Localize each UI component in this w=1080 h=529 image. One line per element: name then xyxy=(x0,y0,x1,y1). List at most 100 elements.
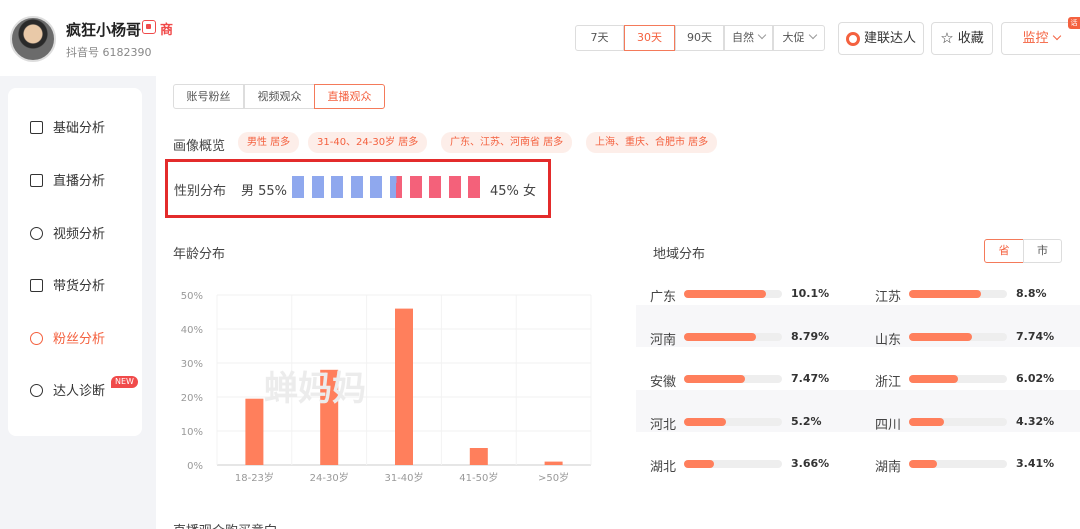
region-title: 地域分布 xyxy=(653,247,706,262)
region-value: 8.79% xyxy=(791,329,830,343)
monitor-label: 监控 xyxy=(1022,31,1049,46)
x-tick-label: 41-50岁 xyxy=(459,471,498,484)
connect-label: 建联达人 xyxy=(863,31,916,46)
region-value: 8.8% xyxy=(1016,287,1047,300)
live-icon xyxy=(30,174,43,187)
sidebar-item-fans[interactable]: 粉丝分析 xyxy=(30,330,105,350)
portrait-tag: 上海、重庆、合肥市 居多 xyxy=(586,132,718,153)
main-panel: 账号粉丝 视频观众 直播观众 画像概览 男性 居多 31-40、24-30岁 居… xyxy=(156,76,1080,529)
region-name: 河南 xyxy=(650,332,677,348)
sidebar-item-label: 直播分析 xyxy=(53,174,106,189)
region-bar-fill xyxy=(909,417,945,426)
douyin-id: 抖音号 6182390 xyxy=(66,46,152,59)
sidebar-item-sales[interactable]: 带货分析 xyxy=(30,277,105,297)
region-name: 四川 xyxy=(875,417,902,433)
age-title: 年龄分布 xyxy=(173,247,226,262)
region-name: 河北 xyxy=(650,417,677,433)
age-bar xyxy=(544,461,563,465)
male-figure-icon xyxy=(311,176,324,198)
region-value: 7.47% xyxy=(791,372,830,385)
region-bar-track xyxy=(909,417,1007,426)
portrait-title: 画像概览 xyxy=(173,139,226,154)
corner-tag: 话 xyxy=(1068,17,1080,29)
range-90d-button[interactable]: 90天 xyxy=(675,25,724,51)
new-badge: NEW xyxy=(111,376,138,388)
sidebar-item-diagnose[interactable]: 达人诊断 xyxy=(30,382,105,402)
tab-video-audience[interactable]: 视频观众 xyxy=(244,84,315,109)
influencer-name: 疯狂小杨哥 xyxy=(66,21,142,39)
region-name: 江苏 xyxy=(875,290,902,305)
natural-filter-dropdown[interactable]: 自然 xyxy=(724,25,773,51)
female-figure-icon xyxy=(448,176,461,198)
female-share: 45% 女 xyxy=(490,184,537,199)
region-value: 10.1% xyxy=(791,287,830,300)
age-bar xyxy=(469,448,488,465)
region-bar-fill xyxy=(684,332,756,341)
live-badge-icon xyxy=(142,20,156,34)
region-bar-fill xyxy=(684,375,745,383)
link-icon xyxy=(845,31,860,46)
region-name: 安徽 xyxy=(650,375,677,390)
portrait-tag: 广东、江苏、河南省 居多 xyxy=(441,132,573,153)
connect-influencer-button[interactable]: 建联达人 xyxy=(838,22,924,55)
sidebar-item-label: 粉丝分析 xyxy=(53,332,106,347)
region-value: 3.41% xyxy=(1016,457,1055,470)
y-tick-label: 30% xyxy=(181,359,203,370)
sidebar-item-label: 带货分析 xyxy=(53,279,106,294)
region-value: 7.74% xyxy=(1016,329,1055,343)
region-value: 5.2% xyxy=(791,414,822,428)
y-tick-label: 10% xyxy=(181,427,203,438)
chevron-down-icon xyxy=(808,30,817,40)
region-bar-track xyxy=(909,375,1007,383)
sidebar-item-live[interactable]: 直播分析 xyxy=(30,172,105,192)
region-bar-fill xyxy=(684,417,727,426)
region-bar-track xyxy=(684,332,782,341)
watermark: 蝉妈妈 xyxy=(264,369,366,409)
male-share: 男 55% xyxy=(241,184,288,199)
fans-icon xyxy=(30,332,43,345)
age-bar-chart: 0% 10% 20% 30% 40% 50% 18-23岁 24-30岁 31-40岁 41-50… xyxy=(181,291,592,484)
male-figure-icon xyxy=(370,176,383,198)
x-tick-label: 18-23岁 xyxy=(235,471,274,484)
sidebar-item-basic[interactable]: 基础分析 xyxy=(30,119,105,139)
x-tick-label: 31-40岁 xyxy=(384,471,423,484)
region-value: 4.32% xyxy=(1016,414,1055,428)
range-30d-button[interactable]: 30天 xyxy=(624,25,675,51)
male-figure-icon xyxy=(350,176,363,198)
y-tick-label: 50% xyxy=(181,291,203,302)
range-7d-button[interactable]: 7天 xyxy=(575,25,624,51)
promo-filter-label: 大促 xyxy=(782,31,805,44)
bar-chart-icon xyxy=(30,121,43,134)
city-toggle[interactable]: 市 xyxy=(1023,239,1062,263)
star-icon: ☆ xyxy=(940,29,954,47)
bag-icon xyxy=(30,279,43,292)
age-bar xyxy=(395,308,413,465)
male-figure-icon xyxy=(331,176,344,198)
purchase-intent-title: 直播观众购买意向 xyxy=(173,520,277,529)
tab-live-audience[interactable]: 直播观众 xyxy=(314,84,385,109)
x-tick-label: 24-30岁 xyxy=(310,471,349,484)
sidebar-item-label: 视频分析 xyxy=(53,227,106,242)
tab-account-fans[interactable]: 账号粉丝 xyxy=(173,84,244,109)
female-figure-icon xyxy=(468,176,481,198)
diagnose-icon xyxy=(30,384,43,397)
avatar[interactable] xyxy=(10,16,56,62)
sidebar-item-label: 达人诊断 xyxy=(53,384,106,399)
x-tick-label: >50岁 xyxy=(538,471,569,484)
region-bar-fill xyxy=(909,460,937,468)
profile-header: 疯狂小杨哥 商 抖音号 6182390 7天 30天 90天 自然 大促 建联达… xyxy=(0,0,1080,76)
favorite-button[interactable]: ☆ 收藏 xyxy=(931,22,993,55)
region-bar-fill xyxy=(909,332,973,341)
region-name: 浙江 xyxy=(875,375,902,390)
region-name: 广东 xyxy=(650,290,677,305)
province-toggle[interactable]: 省 xyxy=(984,239,1024,263)
female-figure-icon xyxy=(409,176,422,198)
region-bar-track xyxy=(684,460,782,468)
promo-filter-dropdown[interactable]: 大促 xyxy=(773,25,825,51)
portrait-tag: 男性 居多 xyxy=(238,132,300,153)
play-icon xyxy=(30,227,43,240)
y-tick-label: 40% xyxy=(181,325,203,336)
male-figure-icon xyxy=(292,176,304,198)
chevron-down-icon xyxy=(1052,31,1061,41)
sidebar-item-video[interactable]: 视频分析 xyxy=(30,225,105,245)
